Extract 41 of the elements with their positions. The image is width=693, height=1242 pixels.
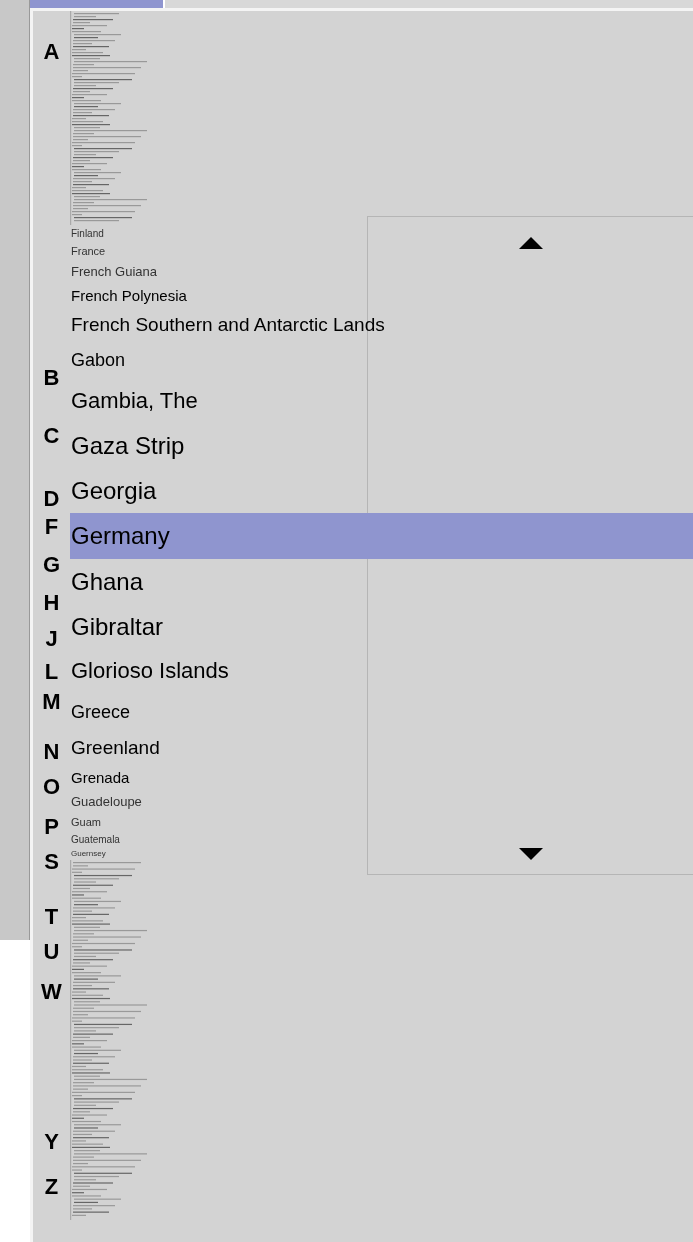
country-item[interactable]: Guadeloupe	[70, 790, 693, 812]
country-item[interactable]: Guernsey	[70, 847, 693, 860]
country-item[interactable]: Guatemala	[70, 831, 693, 847]
scroll-down-icon[interactable]	[518, 848, 543, 860]
country-item[interactable]: Glorioso Islands	[70, 649, 693, 693]
index-letter[interactable]: B	[43, 365, 60, 391]
index-letter[interactable]: U	[43, 939, 60, 965]
country-item[interactable]: Grenada	[70, 764, 693, 790]
index-letter[interactable]: S	[44, 849, 59, 875]
index-letter[interactable]: P	[44, 814, 59, 840]
country-item[interactable]: French Polynesia	[70, 282, 693, 308]
index-letter[interactable]: L	[44, 659, 59, 685]
index-letter[interactable]: O	[42, 774, 61, 800]
index-letter[interactable]: A	[43, 39, 60, 65]
index-letter[interactable]: Z	[44, 1174, 59, 1200]
index-letter[interactable]: M	[42, 689, 61, 715]
country-item[interactable]: Greece	[70, 693, 693, 731]
country-item[interactable]: Ghana	[70, 559, 693, 604]
country-item[interactable]: Georgia	[70, 468, 693, 513]
country-item[interactable]: Gibraltar	[70, 604, 693, 649]
country-item[interactable]: French Guiana	[70, 260, 693, 282]
index-letter[interactable]: F	[44, 514, 59, 540]
index-letter[interactable]: G	[42, 552, 61, 578]
scroll-up-icon[interactable]	[518, 237, 543, 249]
country-item[interactable]: Finland	[70, 225, 693, 241]
index-letter[interactable]: W	[41, 979, 62, 1005]
country-item[interactable]: France	[70, 241, 693, 260]
country-item[interactable]: Gambia, The	[70, 379, 693, 423]
index-letter[interactable]: D	[43, 486, 60, 512]
index-letter[interactable]: J	[45, 626, 58, 652]
country-item[interactable]: Germany	[70, 513, 693, 559]
country-item[interactable]: French Southern and Antarctic Lands	[70, 308, 693, 341]
index-letter[interactable]: N	[43, 739, 60, 765]
country-item[interactable]: Greenland	[70, 731, 693, 764]
country-item[interactable]: Gabon	[70, 341, 693, 379]
index-letter[interactable]: T	[44, 904, 59, 930]
index-letter[interactable]: Y	[44, 1129, 59, 1155]
index-letter[interactable]: H	[43, 590, 60, 616]
index-letter[interactable]: C	[43, 423, 60, 449]
country-item[interactable]: Guam	[70, 812, 693, 831]
country-item[interactable]: Gaza Strip	[70, 423, 693, 468]
